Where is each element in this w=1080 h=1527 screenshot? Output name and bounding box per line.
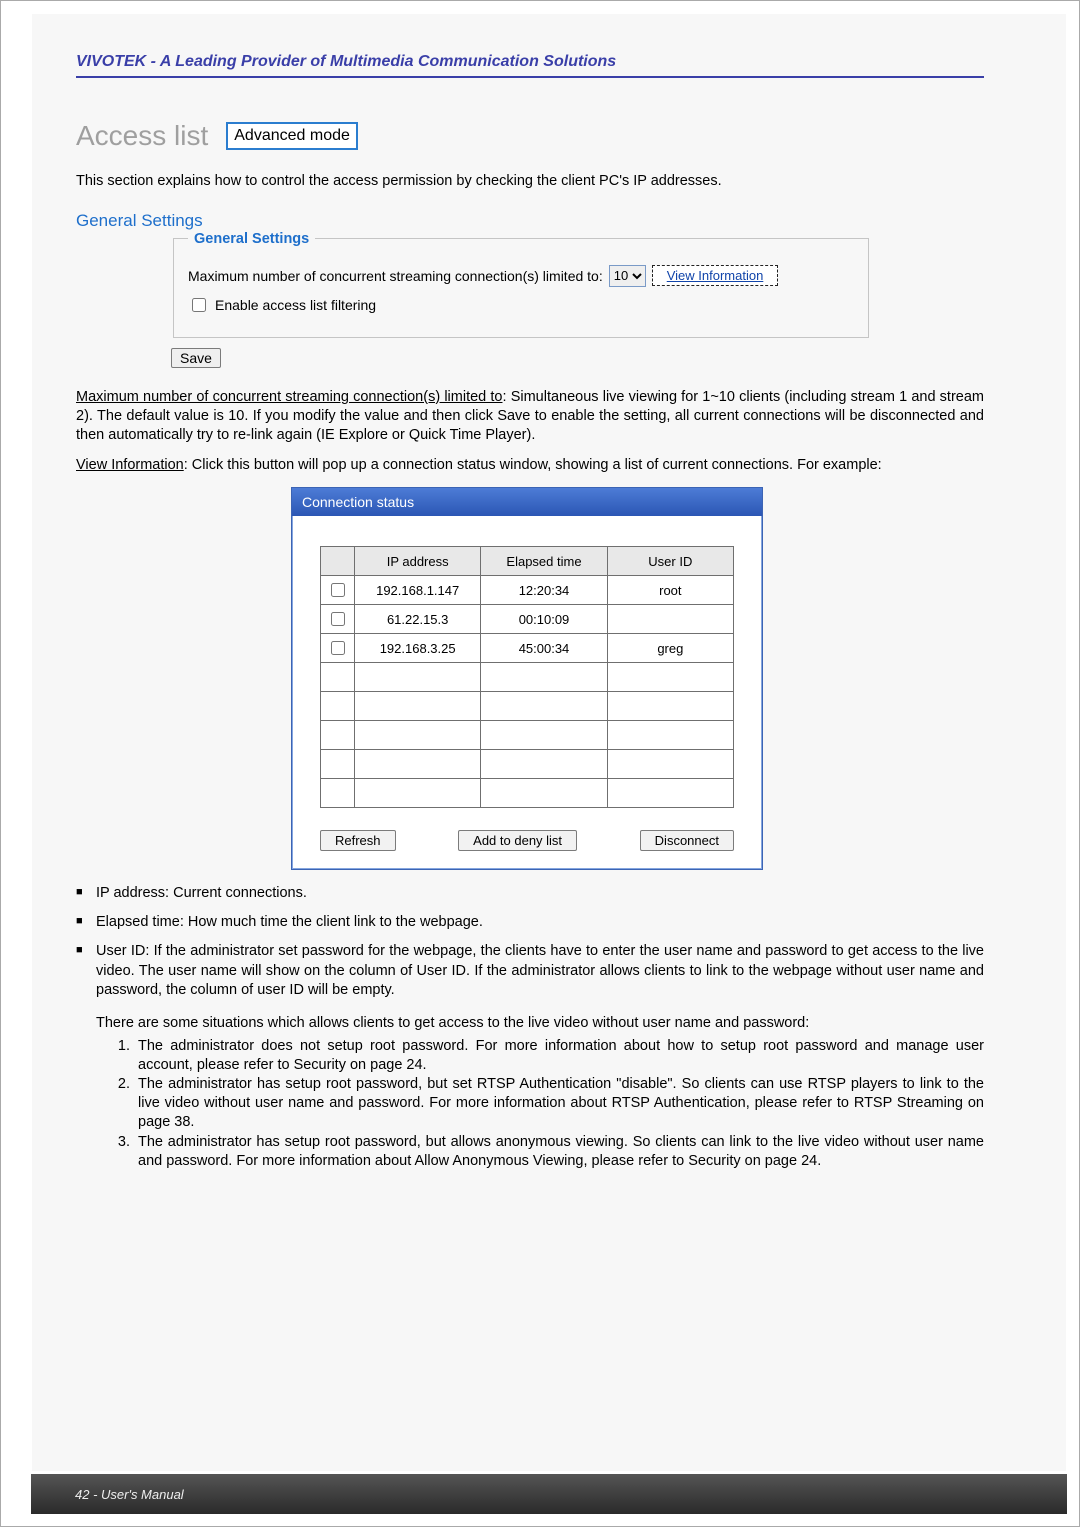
footer-text: 42 - User's Manual <box>75 1487 184 1502</box>
general-settings-subtitle: General Settings <box>76 211 984 231</box>
enable-filter-checkbox[interactable] <box>192 298 206 312</box>
disconnect-button[interactable]: Disconnect <box>640 830 734 851</box>
cell-user: root <box>607 576 733 605</box>
popup-actions: Refresh Add to deny list Disconnect <box>320 830 734 851</box>
row-checkbox[interactable] <box>331 612 345 626</box>
popup-body: IP address Elapsed time User ID 192.168.… <box>292 516 762 869</box>
fieldset-legend: General Settings <box>188 231 315 247</box>
limit-select[interactable]: 10 <box>609 265 646 287</box>
col-user: User ID <box>607 547 733 576</box>
paragraph-viewinfo: View Information: Click this button will… <box>76 456 984 475</box>
numbered-item: The administrator does not setup root pa… <box>134 1037 984 1075</box>
col-checkbox <box>321 547 355 576</box>
paragraph-limit-label: Maximum number of concurrent streaming c… <box>76 389 503 405</box>
table-row: 61.22.15.3 00:10:09 <box>321 605 734 634</box>
content-area: VIVOTEK - A Leading Provider of Multimed… <box>76 53 984 1466</box>
enable-filter-label: Enable access list filtering <box>215 297 376 313</box>
table-row: 192.168.3.25 45:00:34 greg <box>321 634 734 663</box>
table-row <box>321 750 734 779</box>
paragraph-limit: Maximum number of concurrent streaming c… <box>76 388 984 445</box>
general-settings-panel: General Settings Maximum number of concu… <box>171 231 871 338</box>
paragraph-viewinfo-label: View Information <box>76 457 184 473</box>
page-footer: 42 - User's Manual <box>31 1474 1067 1514</box>
row-checkbox[interactable] <box>331 583 345 597</box>
numbered-item: The administrator has setup root passwor… <box>134 1133 984 1171</box>
cell-elapsed: 00:10:09 <box>481 605 607 634</box>
connection-tbody: 192.168.1.147 12:20:34 root 61.22.15.3 0… <box>321 576 734 808</box>
col-elapsed: Elapsed time <box>481 547 607 576</box>
numbered-item: The administrator has setup root passwor… <box>134 1075 984 1132</box>
popup-title: Connection status <box>292 488 762 516</box>
add-to-deny-list-button[interactable]: Add to deny list <box>458 830 577 851</box>
table-row <box>321 779 734 808</box>
list-item: IP address: Current connections. <box>76 884 984 903</box>
limit-label: Maximum number of concurrent streaming c… <box>188 268 603 284</box>
cell-ip: 192.168.3.25 <box>355 634 481 663</box>
connection-table: IP address Elapsed time User ID 192.168.… <box>320 546 734 808</box>
intro-paragraph: This section explains how to control the… <box>76 172 984 191</box>
page-title: Access list Advanced mode <box>76 120 984 152</box>
cell-elapsed: 45:00:34 <box>481 634 607 663</box>
document-page: VIVOTEK - A Leading Provider of Multimed… <box>0 0 1080 1527</box>
numbered-list: The administrator does not setup root pa… <box>96 1037 984 1171</box>
list-item: Elapsed time: How much time the client l… <box>76 913 984 932</box>
list-item-text: User ID: If the administrator set passwo… <box>96 943 984 997</box>
cell-elapsed: 12:20:34 <box>481 576 607 605</box>
row-checkbox[interactable] <box>331 641 345 655</box>
cell-ip: 61.22.15.3 <box>355 605 481 634</box>
table-row: 192.168.1.147 12:20:34 root <box>321 576 734 605</box>
view-information-button[interactable]: View Information <box>652 265 779 286</box>
cell-user: greg <box>607 634 733 663</box>
field-description-list: IP address: Current connections. Elapsed… <box>76 884 984 1171</box>
enable-filter-row: Enable access list filtering <box>188 295 854 315</box>
table-header-row: IP address Elapsed time User ID <box>321 547 734 576</box>
limit-row: Maximum number of concurrent streaming c… <box>188 265 854 287</box>
table-row <box>321 721 734 750</box>
table-row <box>321 663 734 692</box>
general-settings-fieldset: General Settings Maximum number of concu… <box>173 231 869 338</box>
paragraph-viewinfo-body: : Click this button will pop up a connec… <box>184 457 882 473</box>
connection-status-popup: Connection status IP address Elapsed tim… <box>291 487 763 870</box>
brand-tagline: VIVOTEK - A Leading Provider of Multimed… <box>76 53 984 78</box>
advanced-mode-badge: Advanced mode <box>226 122 358 150</box>
table-row <box>321 692 734 721</box>
save-button[interactable]: Save <box>171 348 221 368</box>
col-ip: IP address <box>355 547 481 576</box>
page-title-text: Access list <box>76 120 208 152</box>
refresh-button[interactable]: Refresh <box>320 830 396 851</box>
cell-user <box>607 605 733 634</box>
cell-ip: 192.168.1.147 <box>355 576 481 605</box>
sub-paragraph: There are some situations which allows c… <box>96 1014 984 1033</box>
list-item: User ID: If the administrator set passwo… <box>76 942 984 1170</box>
